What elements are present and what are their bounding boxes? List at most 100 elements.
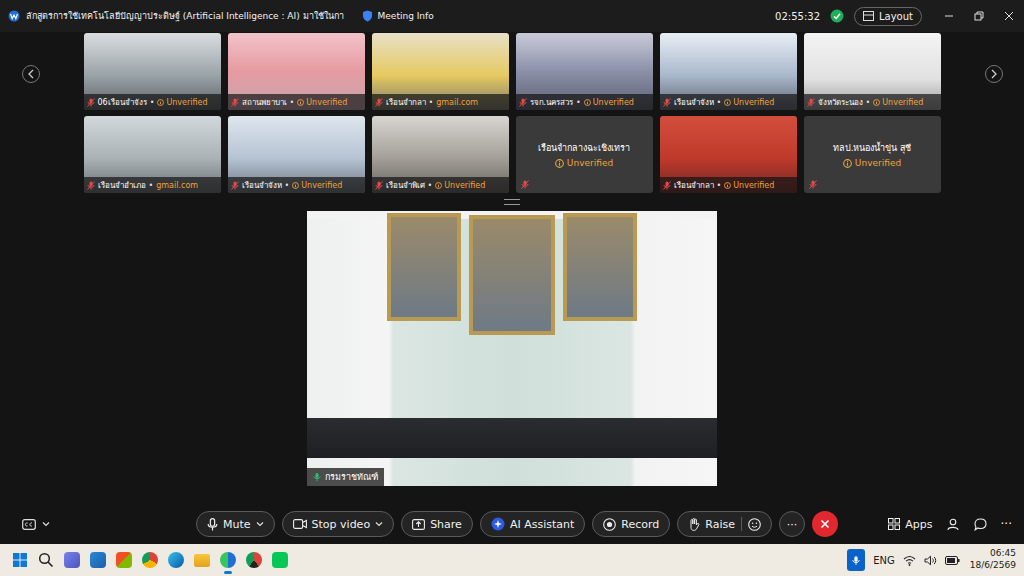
chat-button[interactable] [974, 518, 987, 531]
active-speaker-video[interactable]: กรมราชทัณฑ์ [307, 211, 717, 486]
minimize-icon[interactable] [944, 11, 954, 21]
participant-label: สถานพยาบาเ • Unverified [228, 94, 365, 110]
speaker-label: กรมราชทัณฑ์ [307, 468, 384, 486]
layout-icon [863, 11, 874, 21]
more-panels-button[interactable]: ··· [1001, 517, 1012, 531]
mic-muted-icon [521, 180, 529, 189]
control-button[interactable]: AI Assistant [480, 511, 585, 537]
participant-name: เรือนจำกลางฉะเชิงเทรา [538, 141, 630, 155]
input-language[interactable]: ENG [873, 555, 895, 566]
info-icon [555, 159, 564, 168]
layout-button[interactable]: Layout [854, 7, 922, 26]
raise-hand-icon [688, 518, 700, 531]
participant-label: เรือนจำกลา • gmail.com [372, 94, 509, 110]
more-options-button[interactable]: ··· [779, 511, 805, 537]
participant-tile[interactable]: สถานพยาบาเ • Unverified [228, 33, 365, 110]
participant-tile[interactable]: ทลป.หนองน้ำขุ่น สุชี Unverified [804, 116, 941, 193]
record-icon [603, 518, 616, 531]
close-icon[interactable] [1004, 11, 1014, 21]
previous-page-button[interactable] [22, 65, 40, 83]
mic-muted-icon [87, 181, 95, 190]
edge-app-icon[interactable] [168, 552, 184, 568]
mic-muted-icon [807, 98, 815, 107]
info-icon [297, 99, 304, 106]
chrome-profile-app-icon[interactable] [246, 552, 262, 568]
end-call-button[interactable] [812, 511, 838, 537]
verification-badge: Unverified [555, 158, 613, 168]
file-explorer-app-icon[interactable] [194, 554, 210, 567]
resize-handle[interactable] [0, 193, 1024, 211]
mic-muted-icon [809, 180, 817, 189]
control-button[interactable]: Mute [196, 511, 275, 537]
info-icon [843, 159, 852, 168]
participant-tile[interactable]: เรือนจำกลา • gmail.com [372, 33, 509, 110]
next-page-button[interactable] [985, 65, 1003, 83]
info-icon [584, 99, 591, 106]
mic-muted-icon [231, 181, 239, 190]
participant-label: 06เรือนจำจังร • Unverified [84, 94, 221, 110]
control-button[interactable]: Raise [677, 511, 772, 537]
close-icon [820, 519, 830, 529]
clock[interactable]: 06:45 18/6/2569 [970, 548, 1016, 571]
participant-tile[interactable]: 06เรือนจำจังร • Unverified [84, 33, 221, 110]
meeting-timer: 02:55:32 [775, 11, 820, 22]
chevron-down-icon [42, 521, 50, 527]
system-tray: ENG 06:45 18/6/2569 [847, 548, 1016, 571]
meeting-info-button[interactable]: Meeting Info [362, 10, 434, 22]
participant-tile[interactable]: เรือนจำจังห • Unverified [660, 33, 797, 110]
participant-strip: 06เรือนจำจังร • Unverified สถานพยาบาเ • … [0, 33, 1024, 193]
info-icon [873, 99, 880, 106]
participant-label: เรือนจำอำเภอ • gmail.com [84, 177, 221, 193]
mic-muted-icon [663, 98, 671, 107]
wifi-icon[interactable] [903, 555, 916, 566]
teams-app-icon[interactable] [64, 552, 80, 568]
meeting-title: ลักสูตรการใช้เทคโนโลยีปัญญาประดิษฐ์ (Art… [26, 9, 344, 23]
participant-tile[interactable]: เรือนจำพิเศ • Unverified [372, 116, 509, 193]
connection-icon [830, 9, 844, 23]
control-button[interactable]: Share [401, 511, 473, 537]
participant-tile[interactable]: เรือนจำอำเภอ • gmail.com [84, 116, 221, 193]
apps-grid-icon [888, 518, 900, 530]
microphone-icon [207, 518, 218, 531]
mic-muted-icon [663, 181, 671, 190]
reaction-smiley-icon[interactable] [748, 518, 761, 531]
chrome-app-icon[interactable] [142, 552, 158, 568]
info-icon [435, 182, 442, 189]
windows-start-icon[interactable] [12, 552, 28, 568]
participant-tile[interactable]: เรือนจำกลา • Unverified [660, 116, 797, 193]
info-icon [724, 99, 731, 106]
microphone-in-use-icon[interactable] [847, 549, 865, 571]
line-app-icon[interactable] [272, 552, 288, 568]
battery-icon[interactable] [945, 556, 960, 565]
control-button[interactable]: Record [592, 511, 670, 537]
mic-muted-icon [87, 98, 95, 107]
captions-button[interactable] [22, 519, 50, 530]
participant-tile[interactable]: รจก.นครสวร • Unverified [516, 33, 653, 110]
apps-button[interactable]: Apps [888, 518, 932, 531]
chevron-down-icon [375, 521, 383, 527]
participant-tile[interactable]: เรือนจำจังห • Unverified [228, 116, 365, 193]
webex-app-icon[interactable] [220, 552, 236, 568]
participants-button[interactable] [947, 518, 960, 531]
control-button[interactable]: Stop video [282, 511, 395, 537]
chevron-right-icon [990, 69, 998, 79]
search-icon[interactable] [38, 552, 54, 568]
restore-icon[interactable] [974, 11, 984, 21]
mic-muted-icon [375, 98, 383, 107]
widgets-app-icon[interactable] [90, 552, 106, 568]
taskbar: ENG 06:45 18/6/2569 [0, 544, 1024, 576]
info-icon [724, 182, 731, 189]
stage-area: กรมราชทัณฑ์ [0, 211, 1024, 486]
verification-badge: Unverified [843, 158, 901, 168]
participant-tile[interactable]: เรือนจำกลางฉะเชิงเทรา Unverified [516, 116, 653, 193]
participant-tile[interactable]: จังหวัดระนอง • Unverified [804, 33, 941, 110]
store-app-icon[interactable] [116, 552, 132, 568]
share-icon [412, 519, 425, 530]
participant-label: เรือนจำกลา • Unverified [660, 177, 797, 193]
captions-icon [22, 519, 36, 530]
video-camera-icon [293, 519, 307, 529]
info-icon [157, 99, 164, 106]
mic-muted-icon [519, 98, 527, 107]
volume-icon[interactable] [924, 555, 937, 566]
participants-icon [947, 518, 960, 531]
